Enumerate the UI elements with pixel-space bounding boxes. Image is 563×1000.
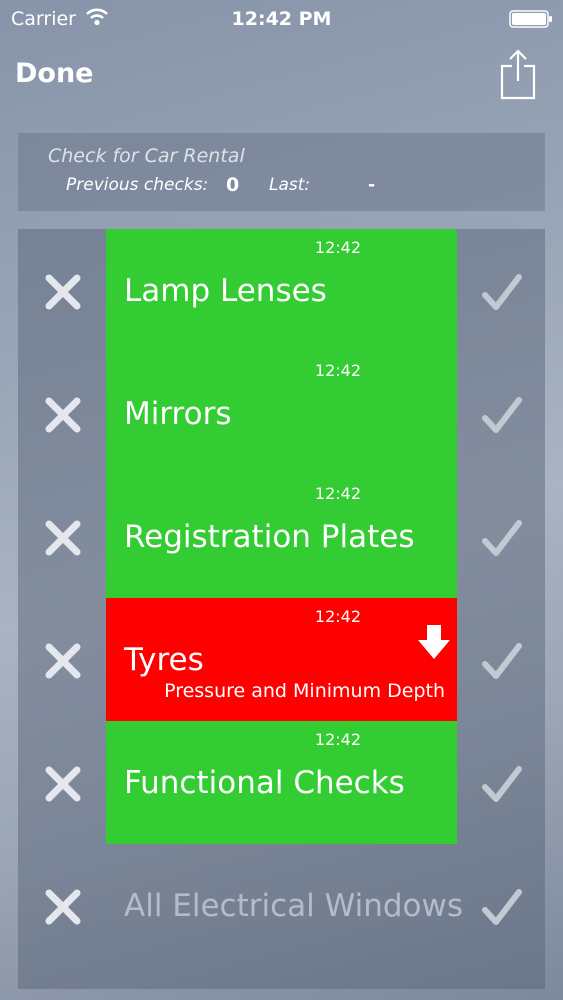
list-item: 12:42 Lamp Lenses [18, 229, 545, 352]
reject-icon[interactable] [44, 273, 82, 311]
previous-checks-count: 0 [226, 174, 240, 196]
item-subtitle: Pressure and Minimum Depth [164, 680, 445, 702]
check-icon[interactable] [481, 642, 523, 682]
reject-icon[interactable] [44, 519, 82, 557]
item-title: Registration Plates [124, 519, 415, 555]
check-item-card[interactable]: 12:42 Lamp Lenses [106, 229, 457, 352]
reject-icon[interactable] [44, 642, 82, 680]
check-summary-panel: Check for Car Rental Previous checks: 0 … [18, 133, 545, 211]
list-item: 12:42 Registration Plates [18, 475, 545, 598]
item-time: 12:42 [314, 238, 361, 257]
list-item: 12:42 Mirrors [18, 352, 545, 475]
reject-icon[interactable] [44, 765, 82, 803]
item-title: Lamp Lenses [124, 273, 327, 309]
item-title: Tyres [124, 642, 204, 678]
item-time: 12:42 [314, 607, 361, 626]
item-time: 12:42 [314, 484, 361, 503]
share-icon[interactable] [498, 48, 538, 100]
previous-checks-row: Previous checks: 0 Last: - [66, 174, 375, 196]
reject-icon[interactable] [44, 888, 82, 926]
list-item: All Electrical Windows [18, 844, 545, 967]
check-icon[interactable] [481, 396, 523, 436]
check-item-card[interactable]: 12:42 Tyres Pressure and Minimum Depth [106, 598, 457, 721]
checklist-title: Check for Car Rental [48, 145, 245, 167]
clock: 12:42 PM [231, 8, 332, 30]
item-title[interactable]: All Electrical Windows [124, 888, 463, 924]
item-title: Mirrors [124, 396, 232, 432]
check-icon[interactable] [481, 888, 523, 928]
battery-icon [509, 10, 552, 28]
check-icon[interactable] [481, 519, 523, 559]
reject-icon[interactable] [44, 396, 82, 434]
arrow-down-icon[interactable] [417, 624, 451, 660]
previous-checks-label: Previous checks: [66, 175, 209, 195]
check-item-card[interactable]: 12:42 Mirrors [106, 352, 457, 475]
check-item-card[interactable]: 12:42 Registration Plates [106, 475, 457, 598]
nav-bar: Done [0, 38, 563, 108]
list-item: 12:42 Tyres Pressure and Minimum Depth [18, 598, 545, 721]
done-button[interactable]: Done [15, 58, 94, 89]
checklist: 12:42 Lamp Lenses 12:42 Mirrors 12:42 Re… [18, 229, 545, 989]
check-icon[interactable] [481, 273, 523, 313]
check-icon[interactable] [481, 765, 523, 805]
last-check-value: - [368, 175, 376, 195]
status-bar: Carrier 12:42 PM [0, 0, 563, 38]
last-check-label: Last: [269, 175, 311, 195]
item-time: 12:42 [314, 730, 361, 749]
item-time: 12:42 [314, 361, 361, 380]
item-title: Functional Checks [124, 765, 405, 801]
list-item: 12:42 Functional Checks [18, 721, 545, 844]
check-item-card[interactable]: 12:42 Functional Checks [106, 721, 457, 844]
